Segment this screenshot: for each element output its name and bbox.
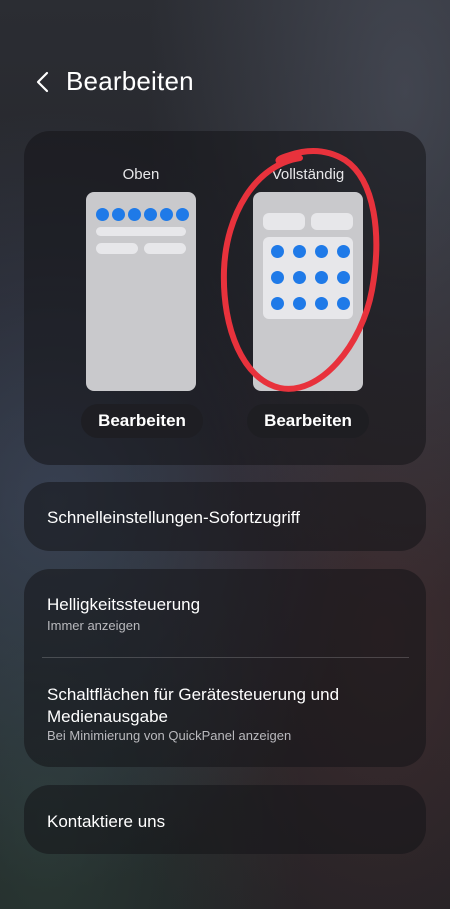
quick-toggle-dot	[293, 245, 306, 258]
quick-toggle-dot	[112, 208, 125, 221]
quick-toggle-dot	[96, 208, 109, 221]
quick-toggle-dot	[176, 208, 189, 221]
quick-toggle-dot	[315, 245, 328, 258]
edit-top-layout-button[interactable]: Bearbeiten	[81, 404, 203, 438]
page-title: Bearbeiten	[66, 66, 194, 96]
media-tile	[263, 213, 305, 230]
quick-toggle-dot	[160, 208, 173, 221]
quick-toggle-grid	[263, 237, 353, 319]
layout-label-top: Oben	[122, 166, 160, 183]
edit-full-layout-button[interactable]: Bearbeiten	[247, 404, 369, 438]
layout-preview-full[interactable]	[253, 192, 363, 391]
brightness-bar	[96, 227, 186, 236]
quick-toggle-dot	[315, 297, 328, 310]
quick-toggle-dot	[271, 245, 284, 258]
device-tile	[311, 213, 353, 230]
device-controls-title-line1: Schaltflächen für Gerätesteuerung und	[47, 685, 340, 704]
device-controls-subtitle: Bei Minimierung von QuickPanel anzeigen	[47, 728, 292, 743]
quick-toggle-dot	[337, 271, 350, 284]
quick-toggle-dot	[337, 297, 350, 310]
quick-settings-access-title: Schnelleinstellungen-Sofortzugriff	[47, 508, 300, 527]
layout-preview-top[interactable]	[86, 192, 196, 391]
brightness-control-title: Helligkeitssteuerung	[47, 595, 201, 614]
brightness-control-subtitle: Immer anzeigen	[47, 618, 141, 633]
header-bar: Bearbeiten	[0, 58, 450, 106]
device-controls-title-line2: Medienausgabe	[47, 707, 168, 726]
back-button[interactable]	[30, 68, 58, 96]
quick-toggle-dot	[271, 297, 284, 310]
quick-toggle-dot	[293, 271, 306, 284]
layout-label-full: Vollständig	[271, 166, 345, 183]
quick-toggle-dot	[315, 271, 328, 284]
device-tile	[144, 243, 186, 254]
chevron-left-icon	[36, 71, 49, 93]
quick-toggle-dot	[271, 271, 284, 284]
quick-toggle-dot	[144, 208, 157, 221]
quick-toggle-dot	[128, 208, 141, 221]
contact-us-title: Kontaktiere uns	[47, 812, 166, 831]
quick-toggle-dot	[293, 297, 306, 310]
quick-toggle-dot	[337, 245, 350, 258]
media-tile	[96, 243, 138, 254]
